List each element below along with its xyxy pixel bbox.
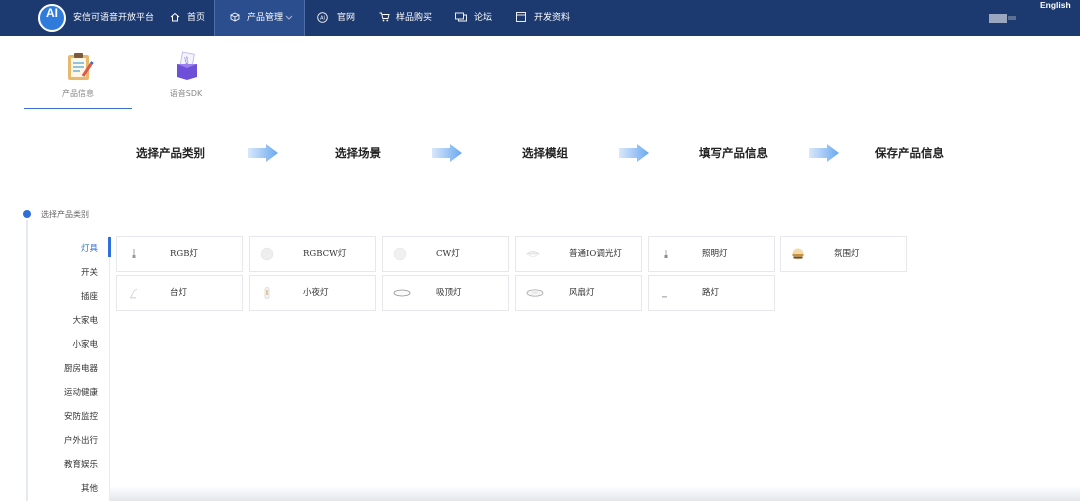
product-card-street-light[interactable]: 路灯 — [648, 275, 775, 311]
category-outdoor[interactable]: 户外出行 — [40, 434, 98, 446]
round-light-icon — [260, 247, 274, 261]
category-kitchen[interactable]: 厨房电器 — [40, 362, 98, 374]
nav-official-site-label: 官网 — [337, 13, 356, 23]
step-select-category: 选择产品类别 — [136, 146, 205, 160]
ceiling-lamp-icon — [526, 251, 540, 257]
category-education[interactable]: 教育娱乐 — [40, 458, 98, 470]
home-icon — [170, 12, 180, 22]
user-avatar[interactable] — [989, 14, 1007, 23]
nav-product-management[interactable]: 产品管理 — [214, 0, 305, 36]
nav-home[interactable]: 首页 — [170, 0, 210, 36]
round-light-icon — [393, 247, 407, 261]
product-card-label: RGBCW灯 — [303, 249, 347, 259]
tab-voice-sdk[interactable]: SDK 语音SDK — [132, 45, 240, 109]
product-card-label: 台灯 — [170, 288, 188, 298]
product-card-label: 风扇灯 — [569, 288, 595, 298]
nav-forum[interactable]: 论坛 — [455, 0, 500, 36]
product-card-ceiling-light[interactable]: 吸顶灯 — [382, 275, 509, 311]
tab-voice-sdk-label: 语音SDK — [169, 89, 203, 98]
logo-text: AI — [46, 6, 58, 20]
street-light-icon — [662, 296, 667, 298]
night-light-icon — [264, 287, 270, 299]
product-card-rgbcw[interactable]: RGBCW灯 — [249, 236, 376, 272]
category-lighting[interactable]: 灯具 — [40, 242, 98, 254]
nav-product-management-label: 产品管理 — [247, 13, 284, 23]
product-card-label: 照明灯 — [702, 249, 728, 259]
scroll-fade — [110, 486, 1080, 501]
product-card-ambient[interactable]: 氛围灯 — [780, 236, 907, 272]
sdk-box-icon: SDK — [177, 51, 197, 80]
product-card-rgb[interactable]: RGB灯 — [116, 236, 243, 272]
fan-light-icon — [526, 289, 544, 297]
doc-icon — [516, 12, 526, 22]
step-fill-product-info: 填写产品信息 — [699, 146, 768, 160]
section-dot — [23, 210, 31, 218]
nav-sample-purchase[interactable]: 样品购买 — [379, 0, 439, 36]
nav-forum-label: 论坛 — [474, 13, 493, 23]
product-card-label: 吸顶灯 — [436, 288, 462, 298]
category-small-appliance[interactable]: 小家电 — [40, 338, 98, 350]
top-navbar: AI 安信可语音开放平台 首页 产品管理 AI 官网 样品购买 论坛 开发资料 … — [0, 0, 1080, 36]
clipboard-icon — [68, 53, 94, 80]
product-card-label: 普通IO调光灯 — [569, 249, 622, 259]
product-card-label: CW灯 — [436, 249, 460, 259]
chat-icon — [455, 12, 467, 22]
category-major-appliance[interactable]: 大家电 — [40, 314, 98, 326]
step-arrow-icon — [248, 144, 278, 162]
category-switch[interactable]: 开关 — [40, 266, 98, 278]
product-card-label: 路灯 — [702, 288, 720, 298]
step-arrow-icon — [619, 144, 649, 162]
tab-product-info-label: 产品信息 — [62, 89, 94, 98]
product-card-desk-lamp[interactable]: 台灯 — [116, 275, 243, 311]
user-name-blurred[interactable] — [1008, 16, 1016, 20]
step-arrow-icon — [432, 144, 462, 162]
chevron-down-icon — [285, 15, 293, 20]
brand-title[interactable]: 安信可语音开放平台 — [73, 0, 154, 36]
category-divider — [109, 236, 110, 501]
cube-icon — [230, 12, 240, 22]
category-sports-health[interactable]: 运动健康 — [40, 386, 98, 398]
section-timeline — [26, 220, 28, 501]
ambient-light-icon — [792, 248, 804, 260]
product-card-night-light[interactable]: 小夜灯 — [249, 275, 376, 311]
bulb-icon — [664, 250, 668, 258]
ai-badge-icon: AI — [317, 12, 328, 23]
svg-text:AI: AI — [320, 16, 325, 22]
product-card-label: RGB灯 — [170, 249, 198, 259]
nav-dev-docs-label: 开发资料 — [534, 13, 571, 23]
category-other[interactable]: 其他 — [40, 482, 98, 494]
section-title: 选择产品类别 — [41, 210, 89, 219]
language-switch[interactable]: English — [1040, 0, 1071, 10]
nav-home-label: 首页 — [187, 13, 206, 23]
step-select-module: 选择模组 — [522, 146, 568, 160]
product-card-io-dimmer[interactable]: 普通IO调光灯 — [515, 236, 642, 272]
logo-icon[interactable]: AI — [38, 4, 66, 32]
step-select-scene: 选择场景 — [335, 146, 381, 160]
product-card-label: 小夜灯 — [303, 288, 329, 298]
product-card-cw[interactable]: CW灯 — [382, 236, 509, 272]
nav-dev-docs[interactable]: 开发资料 — [516, 0, 576, 36]
cart-icon — [379, 12, 390, 22]
step-save-product-info: 保存产品信息 — [875, 146, 944, 160]
bulb-icon — [132, 249, 136, 258]
category-socket[interactable]: 插座 — [40, 290, 98, 302]
product-card-label: 氛围灯 — [834, 249, 860, 259]
product-card-lighting[interactable]: 照明灯 — [648, 236, 775, 272]
nav-sample-purchase-label: 样品购买 — [396, 13, 433, 23]
category-active-indicator — [108, 237, 111, 257]
category-security[interactable]: 安防监控 — [40, 410, 98, 422]
step-arrow-icon — [809, 144, 839, 162]
desk-lamp-icon — [130, 288, 138, 299]
ceiling-light-icon — [393, 289, 411, 297]
product-card-fan-light[interactable]: 风扇灯 — [515, 275, 642, 311]
tab-product-info[interactable]: 产品信息 — [24, 45, 132, 109]
nav-official-site[interactable]: AI 官网 — [317, 0, 359, 36]
